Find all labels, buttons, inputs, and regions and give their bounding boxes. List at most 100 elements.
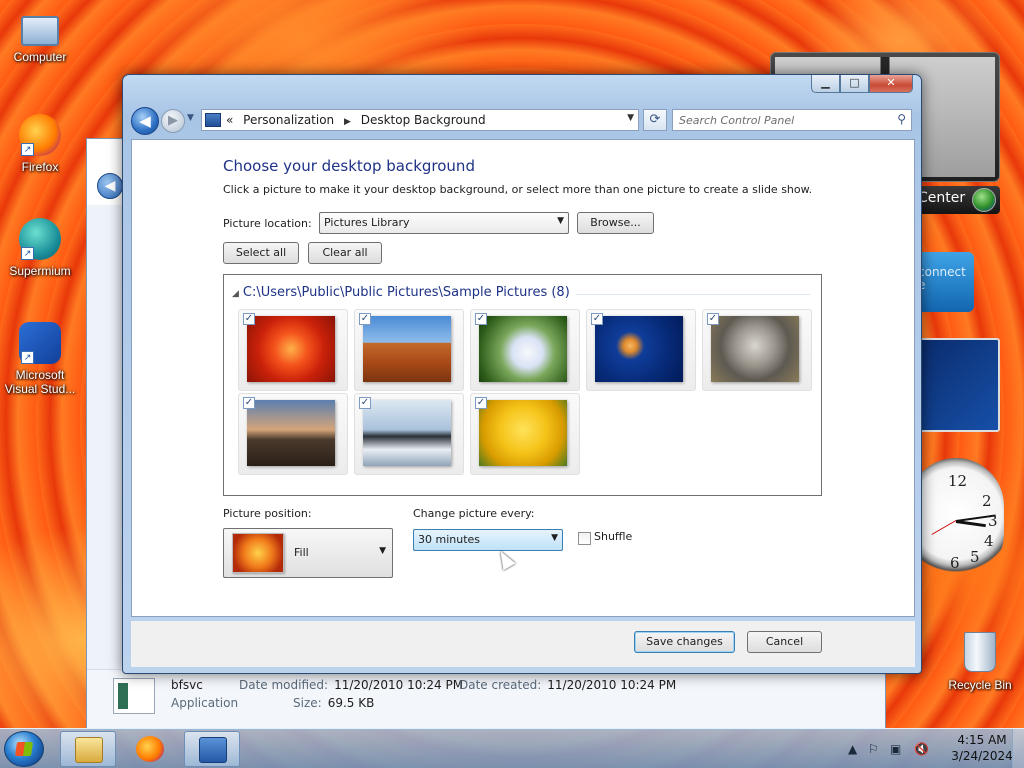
back-arrow-icon[interactable]: ◀ <box>97 173 123 199</box>
clock-number: 4 <box>984 532 994 550</box>
navigation-pane <box>87 205 123 725</box>
picture-checkbox[interactable]: ✓ <box>359 397 371 409</box>
desktop-background-window[interactable]: ▁ □ ✕ ◀ ▶ ▼ « Personalization ▶ Desktop … <box>122 74 922 674</box>
start-button[interactable] <box>4 731 44 767</box>
firefox-icon <box>136 736 164 762</box>
picture-checkbox[interactable]: ✓ <box>243 397 255 409</box>
picture-gallery: ◢ C:\Users\Public\Public Pictures\Sample … <box>223 274 822 496</box>
breadcrumb-personalization[interactable]: Personalization <box>243 113 334 127</box>
taskbar-explorer-button[interactable] <box>60 731 116 767</box>
browse-button[interactable]: Browse... <box>577 212 654 234</box>
breadcrumb-separator-icon[interactable]: ▶ <box>344 117 351 127</box>
back-button[interactable]: ◀ <box>131 107 159 135</box>
koala-image <box>711 316 799 382</box>
picture-thumbnail-desert[interactable]: ✓ <box>354 309 464 391</box>
hydrangeas-image <box>479 316 567 382</box>
change-picture-interval-select[interactable]: 30 minutes ▼ <box>413 529 563 551</box>
search-input[interactable] <box>679 111 889 129</box>
date-created-value: 11/20/2010 10:24 PM <box>547 678 677 692</box>
application-file-icon <box>113 678 155 714</box>
clock-number: 5 <box>970 548 980 566</box>
desktop-icon-label: Firefox <box>21 160 59 174</box>
clock-gadget[interactable]: 12 2 3 4 5 6 <box>908 458 1004 582</box>
folder-group-header[interactable]: ◢ C:\Users\Public\Public Pictures\Sample … <box>232 285 570 300</box>
close-button[interactable]: ✕ <box>869 75 913 93</box>
action-center-flag-icon[interactable]: ⚐ <box>868 742 879 756</box>
desktop-icon-recycle-bin[interactable]: Recycle Bin <box>940 632 1020 692</box>
folder-path: C:\Users\Public\Public Pictures\Sample P… <box>242 285 570 300</box>
cancel-button[interactable]: Cancel <box>747 631 822 653</box>
search-box[interactable]: ⚲ <box>672 109 912 131</box>
dialog-button-bar: Save changes Cancel <box>131 621 915 667</box>
desert-image <box>363 316 451 382</box>
date-created-label: Date created: <box>459 678 542 692</box>
save-changes-button[interactable]: Save changes <box>634 631 735 653</box>
maximize-button[interactable]: □ <box>840 75 869 93</box>
taskbar-clock-date[interactable]: 3/24/2024 <box>950 749 1014 763</box>
forward-button[interactable]: ▶ <box>161 109 185 133</box>
shortcut-arrow-icon: ↗ <box>21 143 34 156</box>
taskbar-firefox-button[interactable] <box>122 731 178 767</box>
windows-orb-icon <box>972 188 996 212</box>
select-all-button[interactable]: Select all <box>223 242 299 264</box>
picture-checkbox[interactable]: ✓ <box>475 397 487 409</box>
picture-thumbnail-lighthouse[interactable]: ✓ <box>238 393 348 475</box>
picture-thumbnail-hydrangeas[interactable]: ✓ <box>470 309 580 391</box>
show-desktop-button[interactable] <box>1012 729 1024 768</box>
clock-number: 2 <box>982 492 992 510</box>
minimize-button[interactable]: ▁ <box>811 75 840 93</box>
breadcrumb: « Personalization ▶ Desktop Background <box>226 113 492 127</box>
picture-location-select[interactable]: Pictures Library ▼ <box>319 212 569 234</box>
picture-position-select[interactable]: Fill ▼ <box>223 528 393 578</box>
desktop-icon-visual-studio[interactable]: ↗ Microsoft Visual Stud... <box>0 322 80 396</box>
change-picture-value: 30 minutes <box>418 533 481 546</box>
collapse-triangle-icon[interactable]: ◢ <box>232 289 239 299</box>
recent-pages-dropdown-icon[interactable]: ▼ <box>187 113 194 123</box>
address-dropdown-icon[interactable]: ▼ <box>627 113 634 123</box>
refresh-button[interactable]: ⟳ <box>643 109 667 131</box>
picture-checkbox[interactable]: ✓ <box>359 313 371 325</box>
picture-checkbox[interactable]: ✓ <box>707 313 719 325</box>
picture-checkbox[interactable]: ✓ <box>243 313 255 325</box>
breadcrumb-overflow-icon[interactable]: « <box>226 113 233 127</box>
change-picture-label: Change picture every: <box>413 507 535 520</box>
show-hidden-icons-icon[interactable]: ▲ <box>848 742 857 756</box>
network-icon[interactable]: ▣ <box>890 742 901 756</box>
shortcut-arrow-icon: ↗ <box>21 351 34 364</box>
clock-second-hand <box>931 520 957 535</box>
shuffle-checkbox[interactable] <box>578 532 591 545</box>
taskbar-control-panel-button[interactable] <box>184 731 240 767</box>
picture-thumbnail-koala[interactable]: ✓ <box>702 309 812 391</box>
search-icon[interactable]: ⚲ <box>897 112 906 126</box>
control-panel-icon <box>205 113 221 127</box>
clear-all-button[interactable]: Clear all <box>308 242 382 264</box>
desktop-icon-firefox[interactable]: ↗ Firefox <box>0 114 80 174</box>
page-description: Click a picture to make it your desktop … <box>223 183 813 196</box>
picture-thumbnail-tulips[interactable]: ✓ <box>470 393 580 475</box>
folder-header-divider <box>576 294 810 295</box>
picture-checkbox[interactable]: ✓ <box>591 313 603 325</box>
picture-thumbnail-jellyfish[interactable]: ✓ <box>586 309 696 391</box>
slideshow-gadget[interactable] <box>910 338 1000 432</box>
breadcrumb-desktop-background[interactable]: Desktop Background <box>361 113 486 127</box>
size-value: 69.5 KB <box>327 696 375 710</box>
lighthouse-image <box>247 400 335 466</box>
desktop-icon-label: Recycle Bin <box>948 678 1012 692</box>
mouse-cursor-icon <box>494 547 516 571</box>
position-preview-image <box>232 533 284 573</box>
desktop-icon-supermium[interactable]: ↗ Supermium <box>0 218 80 278</box>
picture-thumbnail-penguins[interactable]: ✓ <box>354 393 464 475</box>
file-type: Application <box>171 696 239 710</box>
picture-checkbox[interactable]: ✓ <box>475 313 487 325</box>
taskbar-clock-time[interactable]: 4:15 AM <box>950 733 1014 747</box>
desktop-icon-computer[interactable]: Computer <box>0 10 80 64</box>
tulips-image <box>479 400 567 466</box>
date-modified-label: Date modified: <box>239 678 329 692</box>
volume-muted-icon[interactable]: 🔇 <box>914 742 929 756</box>
connect-label: connect e <box>918 265 966 292</box>
date-modified-value: 11/20/2010 10:24 PM <box>334 678 464 692</box>
address-bar[interactable]: « Personalization ▶ Desktop Background ▼ <box>201 109 639 131</box>
picture-thumbnail-chrysanthemum[interactable]: ✓ <box>238 309 348 391</box>
shuffle-label[interactable]: Shuffle <box>594 530 632 543</box>
firefox-icon: ↗ <box>19 114 61 156</box>
